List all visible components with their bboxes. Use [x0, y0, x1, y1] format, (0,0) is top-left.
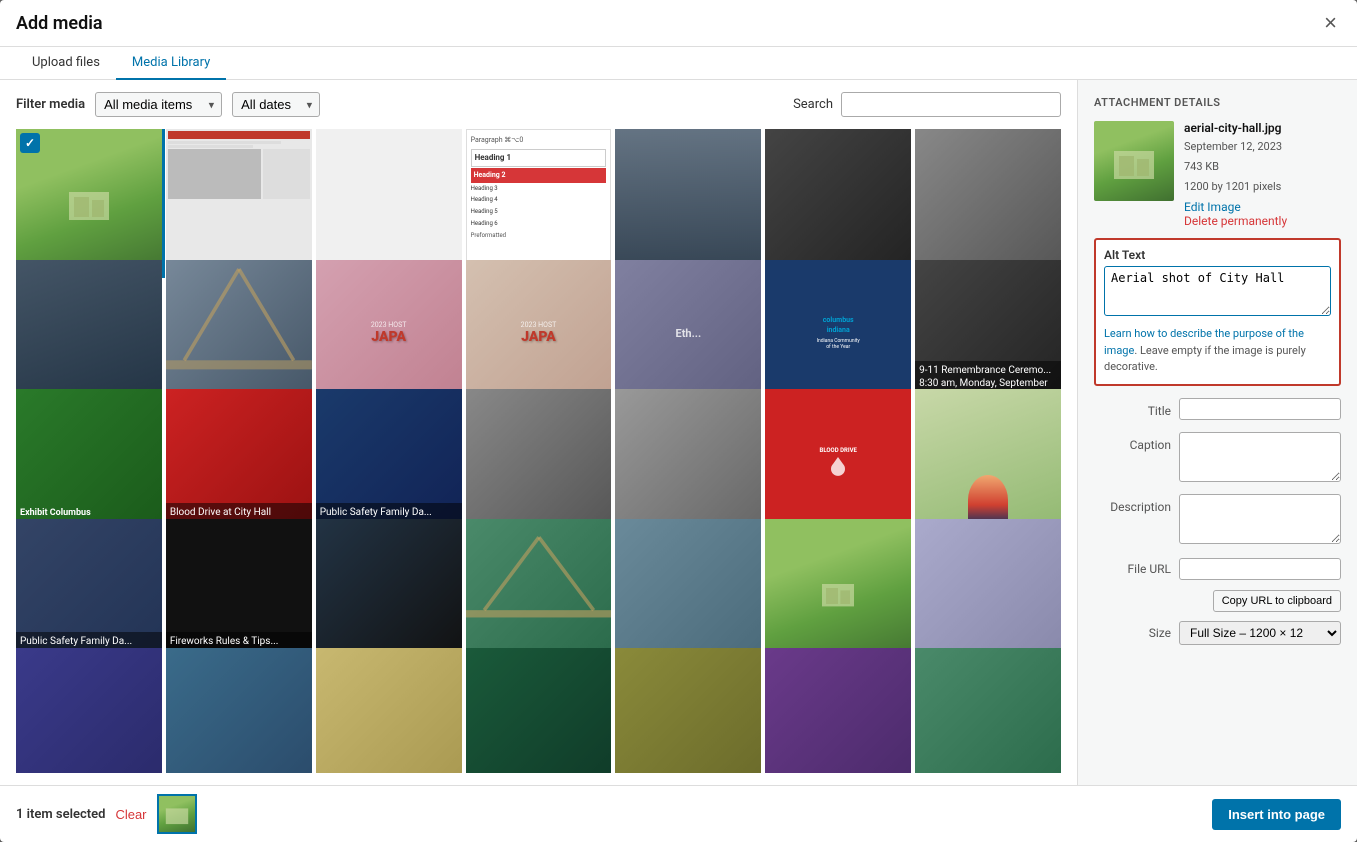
media-item[interactable] — [466, 519, 612, 665]
description-label: Description — [1094, 494, 1179, 520]
media-item[interactable] — [915, 519, 1061, 665]
media-item[interactable] — [16, 260, 162, 406]
search-input[interactable] — [841, 92, 1061, 117]
description-field-row: Description — [1094, 494, 1341, 548]
media-item[interactable] — [915, 129, 1061, 275]
media-item[interactable] — [615, 389, 761, 535]
media-item[interactable] — [615, 519, 761, 665]
search-area: Search — [793, 92, 1061, 117]
title-field-row: Title aerial-city-hall — [1094, 398, 1341, 424]
alt-text-desc: . Leave empty if the image is purely dec… — [1104, 344, 1306, 374]
insert-into-page-button[interactable]: Insert into page — [1212, 799, 1341, 830]
date-filter-wrapper: All dates — [232, 92, 320, 117]
description-input[interactable] — [1179, 494, 1341, 544]
media-item[interactable] — [915, 648, 1061, 773]
edit-image-link[interactable]: Edit Image — [1184, 200, 1287, 214]
media-item[interactable] — [615, 648, 761, 773]
size-field-row: Size Full Size – 1200 × 12 — [1094, 620, 1341, 646]
filter-bar: Filter media All media items All dates S… — [16, 92, 1061, 117]
media-item[interactable]: Paragraph ⌘⌥0 Heading 1 Heading 2 Headin… — [466, 129, 612, 275]
media-item[interactable] — [166, 648, 312, 773]
modal-body: Filter media All media items All dates S… — [0, 80, 1357, 785]
media-item[interactable]: Eth... — [615, 260, 761, 406]
attachment-filesize: 743 KB — [1184, 160, 1219, 173]
caption-input[interactable] — [1179, 432, 1341, 482]
alt-text-help: Learn how to describe the purpose of the… — [1104, 326, 1331, 376]
copy-url-button[interactable]: Copy URL to clipboard — [1213, 590, 1341, 612]
selected-thumbnail — [157, 794, 197, 834]
tab-media-library[interactable]: Media Library — [116, 47, 226, 80]
size-select[interactable]: Full Size – 1200 × 12 — [1179, 621, 1341, 645]
search-label: Search — [793, 97, 833, 112]
media-item[interactable] — [166, 260, 312, 406]
media-grid: Paragraph ⌘⌥0 Heading 1 Heading 2 Headin… — [16, 129, 1061, 773]
media-item[interactable] — [915, 389, 1061, 535]
media-item[interactable]: Fireworks Rules & Tips...Stay safe this … — [166, 519, 312, 665]
file-url-input[interactable]: https://www.columbus.in — [1179, 558, 1341, 580]
media-item[interactable]: 9-11 Remembrance Ceremo...8:30 am, Monda… — [915, 260, 1061, 406]
clear-button[interactable]: Clear — [115, 807, 146, 822]
media-item[interactable] — [166, 129, 312, 275]
attachment-info: aerial-city-hall.jpg September 12, 2023 … — [1094, 121, 1341, 228]
add-media-modal: Add media × Upload files Media Library F… — [0, 0, 1357, 842]
media-item[interactable] — [765, 129, 911, 275]
media-item[interactable]: Exhibit ColumbusCome Explore — [16, 389, 162, 535]
media-item[interactable]: 2023 HOST JAPA — [316, 260, 462, 406]
media-item[interactable] — [466, 389, 612, 535]
media-area: Filter media All media items All dates S… — [0, 80, 1077, 785]
media-item[interactable] — [765, 648, 911, 773]
modal-title: Add media — [16, 13, 103, 34]
media-type-filter[interactable]: All media items — [95, 92, 222, 117]
media-item[interactable] — [316, 519, 462, 665]
attachment-sidebar: ATTACHMENT DETAILS aerial-city-hall.jpg … — [1077, 80, 1357, 785]
title-label: Title — [1094, 398, 1179, 424]
file-url-label: File URL — [1094, 556, 1179, 582]
media-item[interactable]: 2023 HOST JAPA — [466, 260, 612, 406]
media-item[interactable]: Public Safety Family Da...Tuesday, July … — [16, 519, 162, 665]
alt-text-section: Alt Text Aerial shot of City Hall Learn … — [1094, 238, 1341, 386]
media-item[interactable] — [316, 129, 462, 275]
caption-label: Caption — [1094, 432, 1179, 458]
size-label: Size — [1094, 620, 1179, 646]
delete-image-link[interactable]: Delete permanently — [1184, 214, 1287, 228]
alt-text-label: Alt Text — [1104, 248, 1331, 262]
media-item[interactable]: Public Safety Family Da...Tuesday, July … — [316, 389, 462, 535]
media-item[interactable] — [16, 648, 162, 773]
alt-text-input[interactable]: Aerial shot of City Hall — [1104, 266, 1331, 316]
media-item[interactable]: columbusindiana Indiana Communityof the … — [765, 260, 911, 406]
media-item[interactable]: Blood Drive at City HallThursday, August… — [166, 389, 312, 535]
copy-url-area: Copy URL to clipboard — [1094, 590, 1341, 612]
attachment-date: September 12, 2023 — [1184, 140, 1282, 153]
attachment-dimensions: 1200 by 1201 pixels — [1184, 180, 1281, 193]
file-url-field-row: File URL https://www.columbus.in — [1094, 556, 1341, 582]
date-filter[interactable]: All dates — [232, 92, 320, 117]
close-button[interactable]: × — [1320, 12, 1341, 34]
media-item[interactable] — [316, 648, 462, 773]
attachment-filename: aerial-city-hall.jpg — [1184, 121, 1287, 135]
filter-label: Filter media — [16, 97, 85, 112]
modal-footer: 1 item selected Clear Insert into page — [0, 785, 1357, 842]
selected-count: 1 item selected — [16, 807, 105, 822]
media-type-filter-wrapper: All media items — [95, 92, 222, 117]
selected-check — [20, 133, 40, 153]
tab-bar: Upload files Media Library — [0, 47, 1357, 80]
media-item[interactable] — [765, 519, 911, 665]
media-item[interactable] — [16, 129, 162, 275]
attachment-details-title: ATTACHMENT DETAILS — [1094, 96, 1341, 109]
caption-field-row: Caption — [1094, 432, 1341, 486]
media-item[interactable]: BLOOD DRIVE — [765, 389, 911, 535]
media-item[interactable] — [615, 129, 761, 275]
media-item[interactable] — [466, 648, 612, 773]
modal-header: Add media × — [0, 0, 1357, 47]
title-input[interactable]: aerial-city-hall — [1179, 398, 1341, 420]
tab-upload[interactable]: Upload files — [16, 47, 116, 80]
